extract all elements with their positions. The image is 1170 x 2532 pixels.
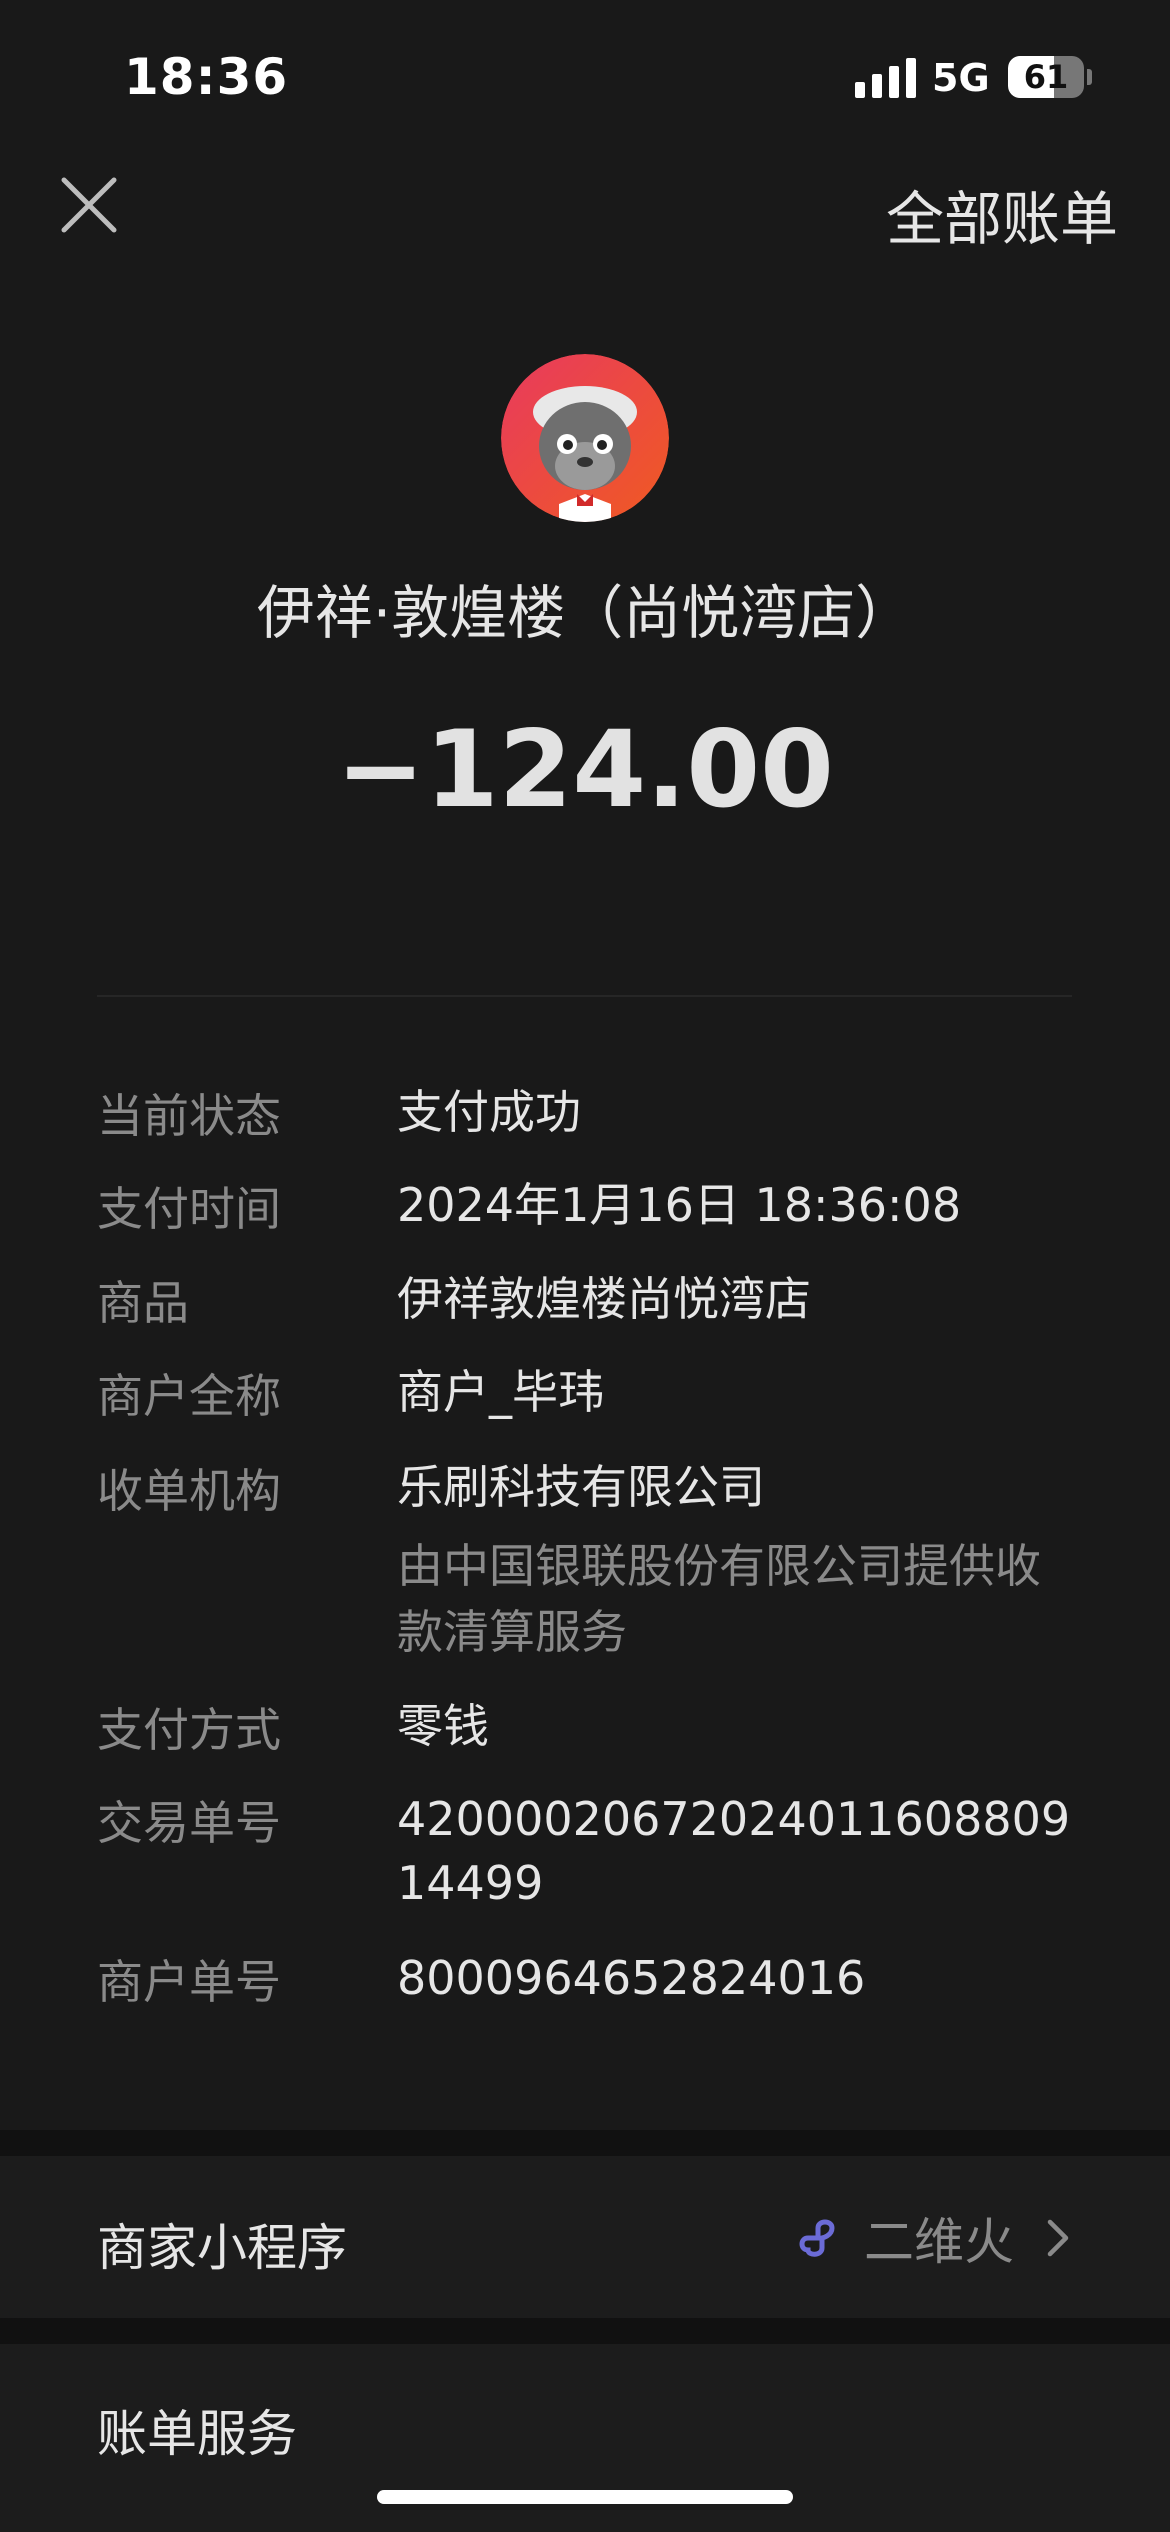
- close-button[interactable]: [58, 174, 120, 236]
- section-gap: [0, 2130, 1170, 2156]
- bill-detail-page: 18:36 5G 61 全部账单 伊祥·敦煌楼（尚悦湾店） −124.00 当前…: [0, 0, 1170, 2532]
- mini-program-link[interactable]: 二维火: [794, 2203, 1072, 2273]
- status-value: 支付成功: [397, 1085, 581, 1139]
- goods-label: 商品: [97, 1276, 189, 1330]
- acquirer-note: 由中国银联股份有限公司提供收款清算服务: [397, 1539, 1041, 1659]
- status-time: 18:36: [124, 48, 289, 106]
- battery-tip: [1087, 69, 1092, 85]
- battery-icon: 61: [1008, 56, 1084, 98]
- network-type: 5G: [932, 56, 990, 100]
- mini-program-label: 商家小程序: [97, 2219, 347, 2277]
- merchant-fullname-label: 商户全称: [97, 1369, 281, 1423]
- pay-time-label: 支付时间: [97, 1182, 281, 1236]
- pay-time-value: 2024年1月16日 18:36:08: [397, 1178, 962, 1232]
- mini-program-icon: [799, 2219, 835, 2257]
- goods-value: 伊祥敦煌楼尚悦湾店: [397, 1272, 811, 1326]
- status-label: 当前状态: [97, 1089, 281, 1143]
- acquirer-value: 乐刷科技有限公司: [397, 1460, 765, 1514]
- section-gap: [0, 2318, 1170, 2344]
- pay-method-value: 零钱: [397, 1699, 489, 1753]
- close-icon: [61, 177, 117, 233]
- merchant-logo-icon: [501, 354, 669, 522]
- chevron-right-icon: [1047, 2219, 1069, 2257]
- bill-service-label: 账单服务: [97, 2405, 297, 2463]
- merchant-order-label: 商户单号: [97, 1955, 281, 2009]
- all-bills-link[interactable]: 全部账单: [886, 172, 1118, 256]
- transaction-id-label: 交易单号: [97, 1796, 281, 1850]
- home-indicator[interactable]: [377, 2490, 793, 2504]
- mini-program-name: 二维火: [864, 2213, 1014, 2271]
- divider: [97, 995, 1072, 997]
- transaction-id-value: 4200002067202401160880914499: [397, 1792, 1071, 1910]
- battery-level: 61: [1023, 58, 1069, 96]
- status-bar: 18:36 5G 61: [0, 0, 1170, 150]
- signal-icon: [855, 58, 917, 98]
- merchant-order-value: 8000964652824016: [397, 1951, 866, 2005]
- pay-method-label: 支付方式: [97, 1703, 281, 1757]
- payment-amount: −124.00: [336, 708, 834, 831]
- merchant-name: 伊祥·敦煌楼（尚悦湾店）: [256, 579, 914, 647]
- acquirer-label: 收单机构: [97, 1464, 281, 1518]
- merchant-fullname-value: 商户_毕玮: [397, 1365, 604, 1419]
- merchant-avatar: [501, 354, 669, 522]
